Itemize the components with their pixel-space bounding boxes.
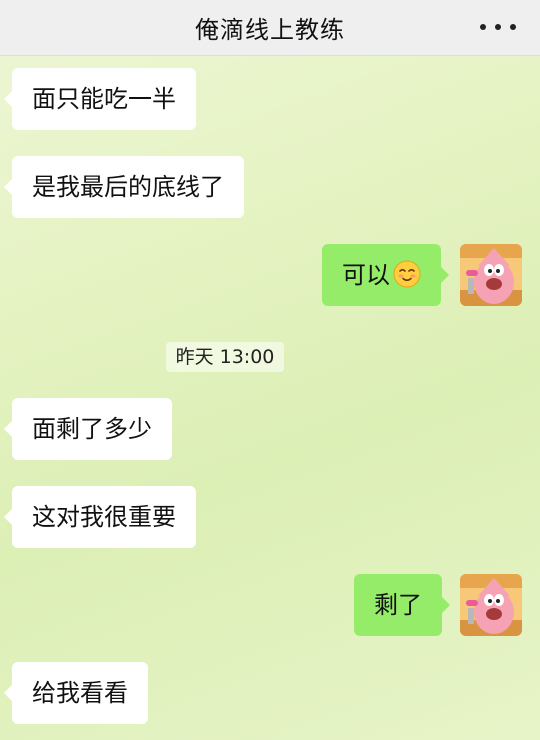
message-text: 给我看看 <box>32 679 128 707</box>
message-text: 可以 <box>342 261 390 289</box>
message-text: 面只能吃一半 <box>32 85 176 113</box>
avatar-image <box>460 574 522 636</box>
incoming-message[interactable]: 面剩了多少 <box>4 398 172 460</box>
smiling-face-emoji-icon <box>393 260 421 288</box>
outgoing-message[interactable]: 可以 <box>322 244 449 306</box>
outgoing-message[interactable]: 剩了 <box>354 574 450 636</box>
timestamp: 昨天 13:00 <box>166 342 284 372</box>
chat-header: 俺滴线上教练 <box>0 0 540 56</box>
user-avatar[interactable] <box>460 244 522 306</box>
incoming-message[interactable]: 面只能吃一半 <box>4 68 196 130</box>
avatar-image <box>460 244 522 306</box>
message-text: 面剩了多少 <box>32 415 152 443</box>
message-text: 这对我很重要 <box>32 503 176 531</box>
chat-title: 俺滴线上教练 <box>195 16 345 44</box>
user-avatar[interactable] <box>460 574 522 636</box>
incoming-message[interactable]: 给我看看 <box>4 662 148 724</box>
more-icon[interactable] <box>480 20 516 34</box>
incoming-message[interactable]: 这对我很重要 <box>4 486 196 548</box>
incoming-message[interactable]: 是我最后的底线了 <box>4 156 244 218</box>
message-text: 剩了 <box>374 591 422 619</box>
message-text: 是我最后的底线了 <box>32 173 224 201</box>
